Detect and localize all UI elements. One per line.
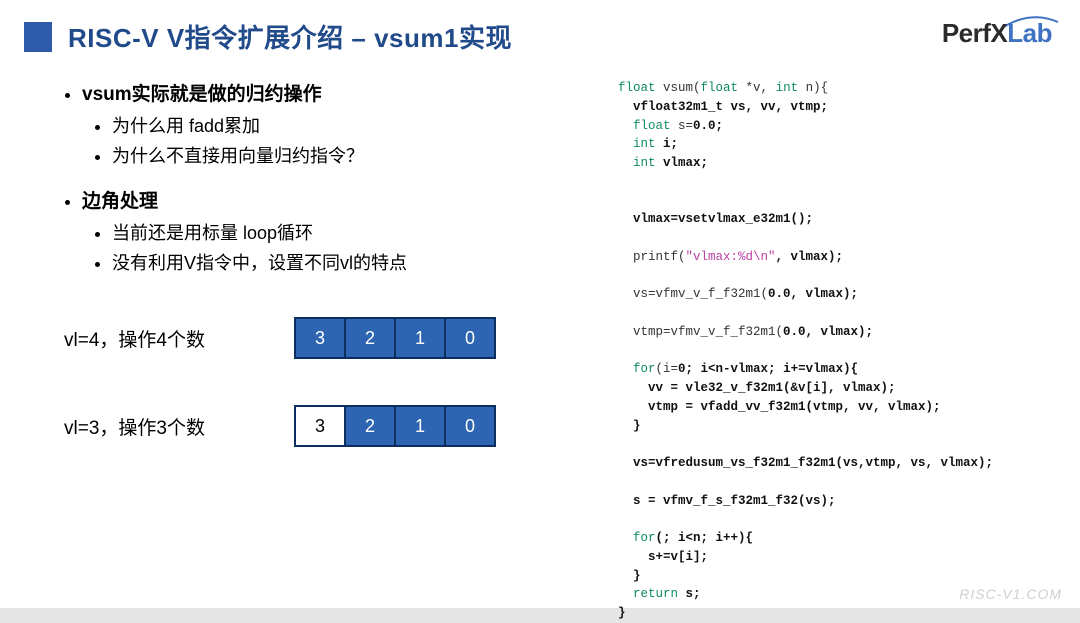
cell: 1 bbox=[396, 407, 446, 445]
cell: 0 bbox=[446, 407, 494, 445]
cell: 0 bbox=[446, 319, 494, 357]
vl3-label: vl=3，操作3个数 bbox=[64, 413, 294, 440]
bullet-2a: 当前还是用标量 loop循环 bbox=[112, 219, 594, 245]
cell: 2 bbox=[346, 319, 396, 357]
slide-title: RISC-V V指令扩展介绍 – vsum1实现 bbox=[68, 18, 512, 55]
bullet-2b: 没有利用V指令中，设置不同vl的特点 bbox=[112, 249, 594, 275]
cell: 3 bbox=[296, 407, 346, 445]
bullet-list: vsum实际就是做的归约操作 为什么用 fadd累加 为什么不直接用向量归约指令… bbox=[64, 79, 594, 275]
cell: 2 bbox=[346, 407, 396, 445]
vl4-label: vl=4，操作4个数 bbox=[64, 325, 294, 352]
bullet-1b: 为什么不直接用向量归约指令？ bbox=[112, 142, 594, 168]
cell: 1 bbox=[396, 319, 446, 357]
vl4-row: vl=4，操作4个数 3 2 1 0 bbox=[64, 317, 594, 359]
bullet-2: 边角处理 当前还是用标量 loop循环 没有利用V指令中，设置不同vl的特点 bbox=[82, 186, 594, 275]
bullet-1: vsum实际就是做的归约操作 为什么用 fadd累加 为什么不直接用向量归约指令… bbox=[82, 79, 594, 168]
title-accent bbox=[24, 22, 52, 52]
perfxlab-logo: PerfXLab bbox=[942, 18, 1052, 49]
code-block: float vsum(float *v, int n){ vfloat32m1_… bbox=[618, 79, 1052, 623]
bullet-1a: 为什么用 fadd累加 bbox=[112, 112, 594, 138]
cell: 3 bbox=[296, 319, 346, 357]
watermark: RISC-V1.COM bbox=[959, 586, 1062, 602]
vl3-row: vl=3，操作3个数 3 2 1 0 bbox=[64, 405, 594, 447]
